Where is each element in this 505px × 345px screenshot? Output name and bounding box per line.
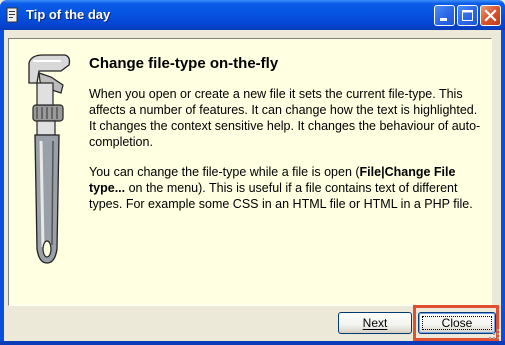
tip-paragraph-1: When you open or create a new file it se…: [89, 87, 481, 149]
tip-paragraph-2-end: on the menu). This is useful if a file c…: [89, 181, 473, 211]
window-title: Tip of the day: [26, 7, 111, 22]
next-button-label: Next: [362, 316, 388, 330]
next-button[interactable]: Next: [338, 312, 412, 334]
close-button[interactable]: Close: [418, 312, 496, 334]
close-icon: [484, 9, 497, 22]
minimize-button[interactable]: [434, 5, 455, 26]
wrench-icon: [28, 54, 71, 264]
maximize-icon: [462, 10, 473, 21]
maximize-button[interactable]: [457, 5, 478, 26]
close-window-button[interactable]: [480, 5, 501, 26]
tip-paragraph-2-start: You can change the file-type while a fil…: [89, 165, 360, 179]
focus-rectangle: [422, 316, 492, 330]
dialog-body: Change file-type on-the-fly When you ope…: [4, 30, 501, 341]
tip-paragraph-2: You can change the file-type while a fil…: [89, 164, 487, 212]
tip-of-the-day-window: Tip of the day Change file-type on-the-f…: [0, 0, 505, 345]
tip-panel: Change file-type on-the-fly When you ope…: [8, 38, 492, 306]
app-icon: [6, 7, 18, 23]
minimize-icon: [440, 18, 447, 21]
tip-heading: Change file-type on-the-fly: [89, 55, 279, 72]
window-frame-bottom: [0, 341, 505, 345]
title-bar[interactable]: Tip of the day: [0, 0, 505, 30]
resize-grip-icon[interactable]: [488, 328, 500, 340]
